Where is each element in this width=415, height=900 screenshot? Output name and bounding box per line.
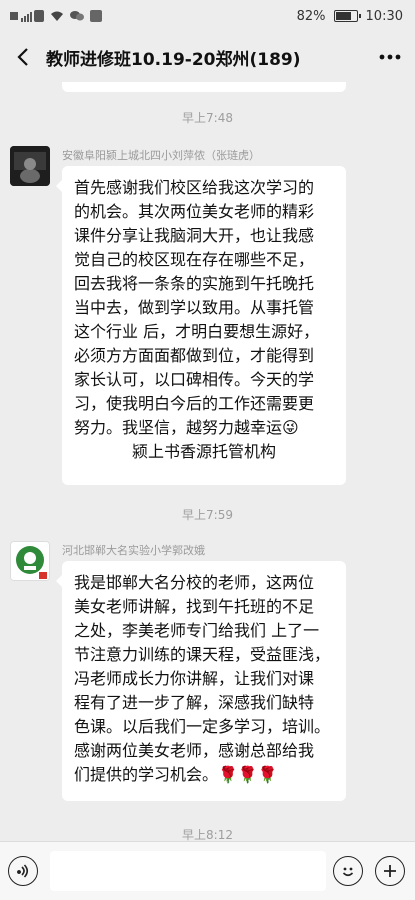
clock: 10:30 [365,8,403,24]
plus-icon [384,865,396,877]
chat-title: 教师进修班10.19-20郑州(189) [46,49,301,70]
message-line: 之处，李美老师专门给我们 上了一 [74,621,320,640]
battery-percent: 82% [296,8,326,24]
avatar-logo [11,542,49,580]
message-line: 首先感谢我们校区给我这次学习的 [74,178,315,197]
sender-name: 安徽阜阳颍上城北四小刘萍侬（张琏虎） [62,149,260,162]
message-line: 程有了进一步了解，深感我们缺特 [74,693,315,712]
wifi-icon [51,11,63,21]
battery-level [335,12,352,20]
emoji-icon [342,867,354,877]
previous-message-bubble [62,82,346,92]
voice-button[interactable] [8,856,38,886]
message-line: 家长认可，以口碑相传。今天的学 [74,370,315,389]
status-left [0,10,102,22]
message-timestamp: 早上7:48 [182,111,233,125]
notification-icon [70,11,84,21]
status-bar: 82% 10:30 [0,0,415,32]
message-timestamp: 早上7:59 [182,508,233,522]
back-button[interactable] [0,32,46,82]
message-line: 当中去，做到学以致用。从事托管 [74,298,315,317]
more-button[interactable] [365,32,415,82]
message-line: 们提供的学习机会。🌹🌹🌹 [74,765,278,784]
voice-icon [17,864,29,878]
avatar[interactable] [10,146,50,186]
message-line: 的机会。其次两位美女老师的精彩 [74,202,315,221]
message-signature: 颍上书香源托管机构 [131,442,276,461]
signal-icon [10,10,44,22]
status-right: 82% 10:30 [297,9,415,24]
avatar-photo [10,146,50,186]
sender-name: 河北邯郸大名实验小学郭改娥 [62,544,205,557]
message-bubble[interactable]: 首先感谢我们校区给我这次学习的 的机会。其次两位美女老师的精彩 课件分享让我脑洞… [56,166,346,485]
battery-icon [333,10,361,22]
message-line: 色课。以后我们一定多学习，培训。 [74,717,331,736]
more-dots-icon [379,54,401,60]
chat-header: 教师进修班10.19-20郑州(189) [0,32,415,82]
message-line: 这个行业 后，才明白要想生源好， [74,322,320,341]
message-line: 努力。我坚信，越努力越幸运😜 [74,418,299,437]
message-line: 冯老师成长力你讲解，让我们对课 [74,669,315,688]
emoji-button[interactable] [333,856,363,886]
input-bar [0,841,415,900]
message-line: 课件分享让我脑洞大开，也让我感 [74,226,315,245]
message-bubble[interactable]: 我是邯郸大名分校的老师，这两位 美女老师讲解，找到午托班的不足 之处，李美老师专… [56,561,346,801]
app-notification-icon [90,10,102,22]
message-line: 感谢两位美女老师，感谢总部给我 [74,741,315,760]
message-line: 美女老师讲解，找到午托班的不足 [74,597,315,616]
message-line: 节注意力训练的课天程，受益匪浅， [74,645,331,664]
message-line: 必须方方面面都做到位，才能得到 [74,346,315,365]
message-line: 觉自己的校区现在存在哪些不足， [74,250,315,269]
plus-button[interactable] [375,856,405,886]
message-line: 我是邯郸大名分校的老师，这两位 [74,573,315,592]
message-line: 回去我将一条条的实施到午托晚托 [74,274,315,293]
chevron-left-icon [17,48,28,66]
avatar[interactable] [10,541,50,581]
message-input[interactable] [50,851,326,891]
message-line: 习，使我明白今后的工作还需要更 [74,394,315,413]
